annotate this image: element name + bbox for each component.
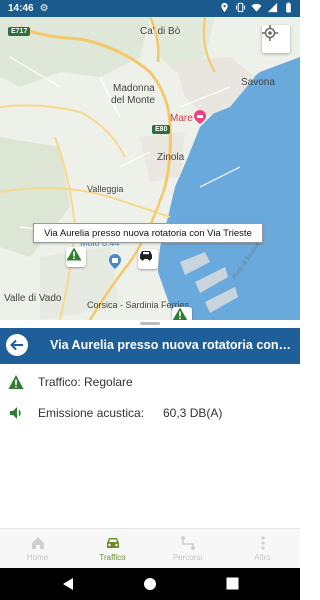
route-icon [180, 536, 195, 550]
map-label-ca-di-bo: Ca' di Bò [140, 26, 181, 37]
traffic-status-row: Traffico: Regolare [0, 367, 300, 397]
gear-icon: ⚙ [39, 3, 49, 14]
bottom-navigation: Home Traffico Percorsi Altro [0, 528, 300, 569]
car-icon [140, 251, 152, 261]
map-canvas [0, 17, 300, 320]
map-label-madonna-2: del Monte [111, 95, 155, 106]
nav-traffico-label: Traffico [99, 553, 126, 562]
crosshair-icon [262, 25, 278, 41]
system-home-icon[interactable] [143, 577, 157, 591]
noise-emission-label: Emissione acustica: [38, 406, 145, 420]
road-shield-e717: E717 [8, 27, 31, 36]
nav-altro-label: Altro [254, 553, 271, 562]
map-label-zinola: Zinola [157, 152, 185, 163]
arrow-left-icon [10, 339, 23, 351]
vibrate-icon [235, 2, 246, 13]
warning-icon [8, 375, 24, 389]
hotel-pin-icon[interactable] [193, 110, 207, 124]
nav-altro[interactable]: Altro [225, 529, 300, 569]
map-label-valleggia: Valleggia [87, 184, 124, 194]
warning-icon [172, 307, 188, 320]
map-label-madonna-1: Madonna [113, 83, 155, 94]
shopping-pin-icon[interactable] [108, 254, 122, 270]
back-button[interactable] [6, 334, 28, 356]
nav-traffico[interactable]: Traffico [75, 529, 150, 569]
traffic-car-marker[interactable] [138, 249, 158, 269]
map-label-valle-di-vado: Valle di Vado [4, 293, 62, 304]
detail-title: Via Aurelia presso nuova rotatoria con V… [50, 338, 292, 352]
nav-percorsi-label: Percorsi [172, 553, 203, 562]
warning-icon [66, 247, 82, 261]
road-shield-e80: E80 [152, 125, 171, 134]
home-icon [31, 537, 44, 549]
traffic-warning-marker[interactable] [66, 247, 86, 267]
status-bar: 14:46 ⚙ [0, 0, 300, 17]
status-time: 14:46 [8, 3, 34, 14]
battery-icon [286, 2, 291, 13]
nav-percorsi[interactable]: Percorsi [150, 529, 225, 569]
system-back-icon[interactable] [62, 577, 74, 591]
traffic-status-label: Traffico: Regolare [38, 375, 133, 389]
location-icon [221, 2, 228, 13]
traffic-warning-marker-2[interactable] [172, 307, 192, 320]
system-navigation-bar [0, 568, 300, 600]
wifi-icon [251, 3, 262, 12]
car-icon [106, 538, 119, 548]
nav-home-label: Home [26, 553, 49, 562]
signal-icon [267, 2, 278, 13]
map-callout[interactable]: Via Aurelia presso nuova rotatoria con V… [33, 223, 263, 243]
map-label-savona: Savona [241, 77, 275, 88]
volume-icon [10, 407, 21, 419]
sheet-drag-handle[interactable] [140, 322, 160, 325]
more-icon [260, 536, 265, 550]
noise-emission-value: 60,3 DB(A) [163, 406, 223, 420]
system-recents-icon[interactable] [226, 577, 239, 590]
my-location-button[interactable] [262, 25, 290, 53]
status-icons [219, 2, 294, 13]
map-label-mare: Mare [170, 113, 193, 124]
noise-emission-row: Emissione acustica: 60,3 DB(A) [0, 398, 300, 428]
map-view[interactable]: E717 E80 Ca' di Bò Madonna del Monte Sav… [0, 17, 300, 320]
nav-home[interactable]: Home [0, 529, 75, 569]
